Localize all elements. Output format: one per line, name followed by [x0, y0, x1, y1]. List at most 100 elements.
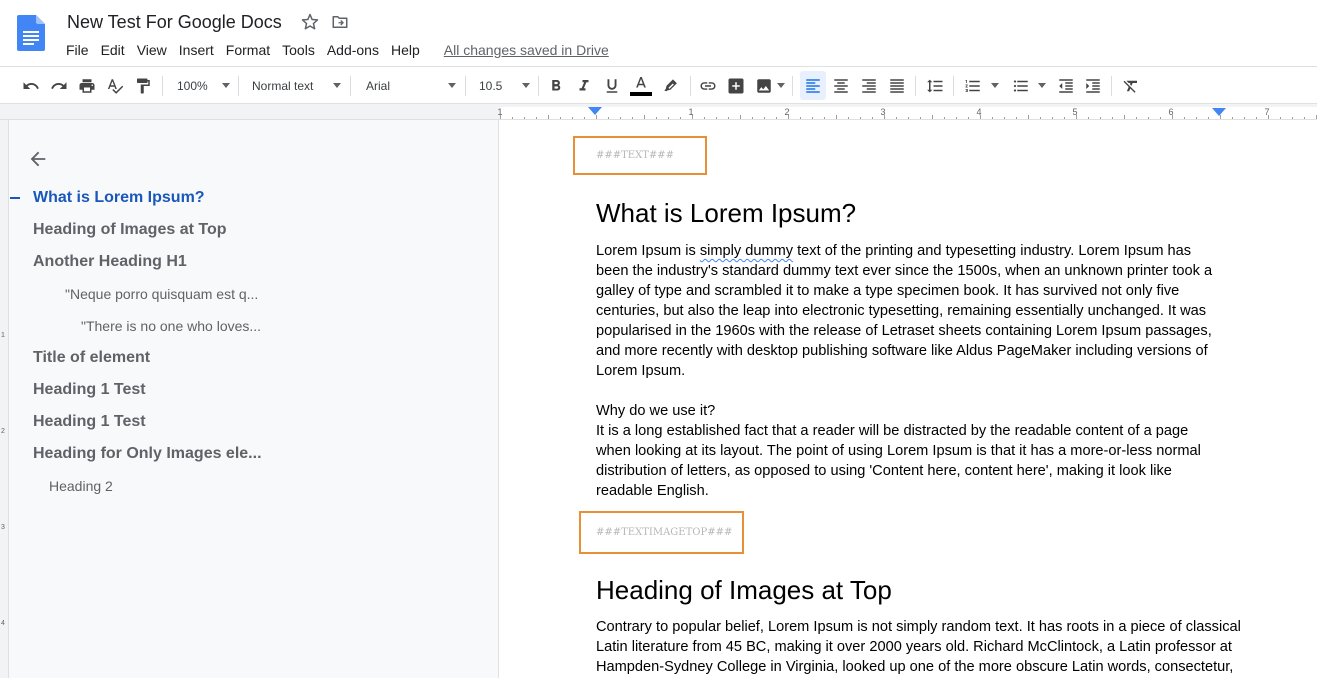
text-color-button[interactable]: [629, 67, 653, 104]
menu-addons[interactable]: Add-ons: [321, 42, 385, 58]
arrow-back-icon[interactable]: [27, 148, 49, 170]
paragraph-line: Why do we use it?: [596, 403, 716, 419]
zoom-select[interactable]: 100%: [172, 67, 230, 104]
ruler-tick: [776, 117, 777, 119]
left-indent-marker-icon[interactable]: [588, 107, 602, 117]
spelling-check-button[interactable]: [104, 67, 126, 104]
align-right-icon: [862, 78, 876, 93]
save-status-link[interactable]: All changes saved in Drive: [444, 42, 609, 58]
outline-item[interactable]: "Neque porro quisquam est q...: [9, 278, 499, 310]
paragraph-style-value: Normal text: [252, 78, 314, 93]
ruler-tick: [1196, 117, 1197, 119]
numbered-list-button[interactable]: [962, 67, 984, 104]
ruler-tick: [1028, 115, 1029, 119]
move-to-folder-icon[interactable]: [331, 13, 349, 31]
menu-insert[interactable]: Insert: [173, 42, 220, 58]
text-color-swatch: [630, 92, 652, 96]
paragraph-line: Lorem Ipsum is simply dummy text of the …: [596, 241, 1221, 261]
line-spacing-button[interactable]: [924, 67, 946, 104]
bulleted-list-button[interactable]: [1010, 67, 1032, 104]
justify-button[interactable]: [886, 67, 908, 104]
ruler-tick: [524, 117, 525, 119]
heading-what-is-lorem-ipsum[interactable]: What is Lorem Ipsum?: [596, 198, 856, 229]
ruler-tick: [1136, 117, 1137, 119]
align-right-button[interactable]: [858, 67, 880, 104]
ruler-tick: [512, 117, 513, 119]
outline-item[interactable]: What is Lorem Ipsum?: [9, 182, 499, 214]
insert-image-button[interactable]: [753, 67, 775, 104]
insert-link-button[interactable]: [697, 67, 719, 104]
outline-item[interactable]: Title of element: [9, 342, 499, 374]
ruler-tick: [1244, 117, 1245, 119]
font-family-value: Arial: [366, 78, 391, 93]
underline-button[interactable]: [601, 67, 623, 104]
insert-comment-button[interactable]: [725, 67, 747, 104]
chevron-down-icon[interactable]: [991, 83, 999, 88]
ruler-tick: [596, 115, 597, 119]
horizontal-ruler: 1 1 2 3 4 5 6 7: [0, 104, 1317, 120]
outline-item[interactable]: Heading of Images at Top: [9, 214, 499, 246]
decrease-indent-button[interactable]: [1055, 67, 1077, 104]
print-icon: [79, 78, 95, 93]
italic-button[interactable]: [573, 67, 595, 104]
outline-list: What is Lorem Ipsum? Heading of Images a…: [9, 182, 499, 502]
menu-view[interactable]: View: [131, 42, 173, 58]
outline-item[interactable]: Heading 1 Test: [9, 406, 499, 438]
align-left-button[interactable]: [800, 71, 826, 100]
document-title[interactable]: New Test For Google Docs: [67, 12, 282, 33]
paint-format-button[interactable]: [132, 67, 154, 104]
outline-item[interactable]: Another Heading H1: [9, 246, 499, 278]
clear-formatting-button[interactable]: [1120, 67, 1142, 104]
menu-edit[interactable]: Edit: [95, 42, 131, 58]
outline-item[interactable]: Heading 1 Test: [9, 374, 499, 406]
text-placeholder: ###TEXT###: [596, 150, 675, 161]
bold-icon: [552, 79, 561, 90]
align-center-button[interactable]: [830, 67, 852, 104]
chevron-down-icon[interactable]: [1038, 83, 1046, 88]
ruler-tick: [932, 115, 933, 119]
bold-button[interactable]: [545, 67, 567, 104]
google-docs-logo-icon[interactable]: [17, 15, 45, 51]
outline-item[interactable]: Heading for Only Images ele...: [9, 438, 499, 470]
paragraph-contrary[interactable]: Contrary to popular belief, Lorem Ipsum …: [596, 617, 1241, 677]
ruler-tick: [968, 117, 969, 119]
ruler-tick: [608, 117, 609, 119]
outline-item[interactable]: "There is no one who loves...: [9, 310, 499, 342]
right-indent-marker-icon[interactable]: [1212, 108, 1226, 118]
ruler-tick: [1088, 117, 1089, 119]
menu-help[interactable]: Help: [385, 42, 426, 58]
menu-format[interactable]: Format: [220, 42, 276, 58]
ruler-tick: [1112, 117, 1113, 119]
undo-button[interactable]: [20, 67, 42, 104]
ruler-tick: [584, 117, 585, 119]
increase-indent-icon: [1086, 78, 1100, 93]
highlight-color-button[interactable]: [660, 67, 682, 104]
toolbar-separator: [538, 76, 539, 96]
menu-file[interactable]: File: [60, 42, 95, 58]
paragraph-why-use-it[interactable]: Why do we use it? It is a long establish…: [596, 401, 1221, 501]
paragraph-style-select[interactable]: Normal text: [247, 67, 341, 104]
paragraph-line: Lorem Ipsum.: [596, 363, 686, 379]
font-size-select[interactable]: 10.5: [474, 67, 530, 104]
paragraph-line: popularised in the 1960s with the releas…: [596, 323, 1212, 339]
paragraph-lorem-ipsum[interactable]: Lorem Ipsum is simply dummy text of the …: [596, 241, 1221, 381]
ruler-tick: [764, 117, 765, 119]
ruler-tick: [644, 115, 645, 119]
redo-button[interactable]: [48, 67, 70, 104]
star-icon[interactable]: [301, 13, 319, 31]
spelling-suggestion-text[interactable]: simply dummy: [700, 243, 793, 259]
ruler-scale[interactable]: 1 1 2 3 4 5 6 7: [497, 107, 1317, 119]
outline-item[interactable]: Heading 2: [9, 470, 499, 502]
add-comment-icon: [728, 78, 744, 93]
ruler-tick: [836, 115, 837, 119]
ruler-tick: [920, 117, 921, 119]
ruler-tick: [1172, 115, 1173, 119]
menu-tools[interactable]: Tools: [276, 42, 321, 58]
increase-indent-button[interactable]: [1082, 67, 1104, 104]
print-button[interactable]: [76, 67, 98, 104]
chevron-down-icon[interactable]: [777, 83, 785, 88]
paragraph-line: galley of type and scrambled it to make …: [596, 283, 1180, 299]
document-page[interactable]: ###TEXT### What is Lorem Ipsum? Lorem Ip…: [500, 120, 1317, 678]
font-family-select[interactable]: Arial: [360, 67, 456, 104]
heading-images-at-top[interactable]: Heading of Images at Top: [596, 575, 892, 606]
